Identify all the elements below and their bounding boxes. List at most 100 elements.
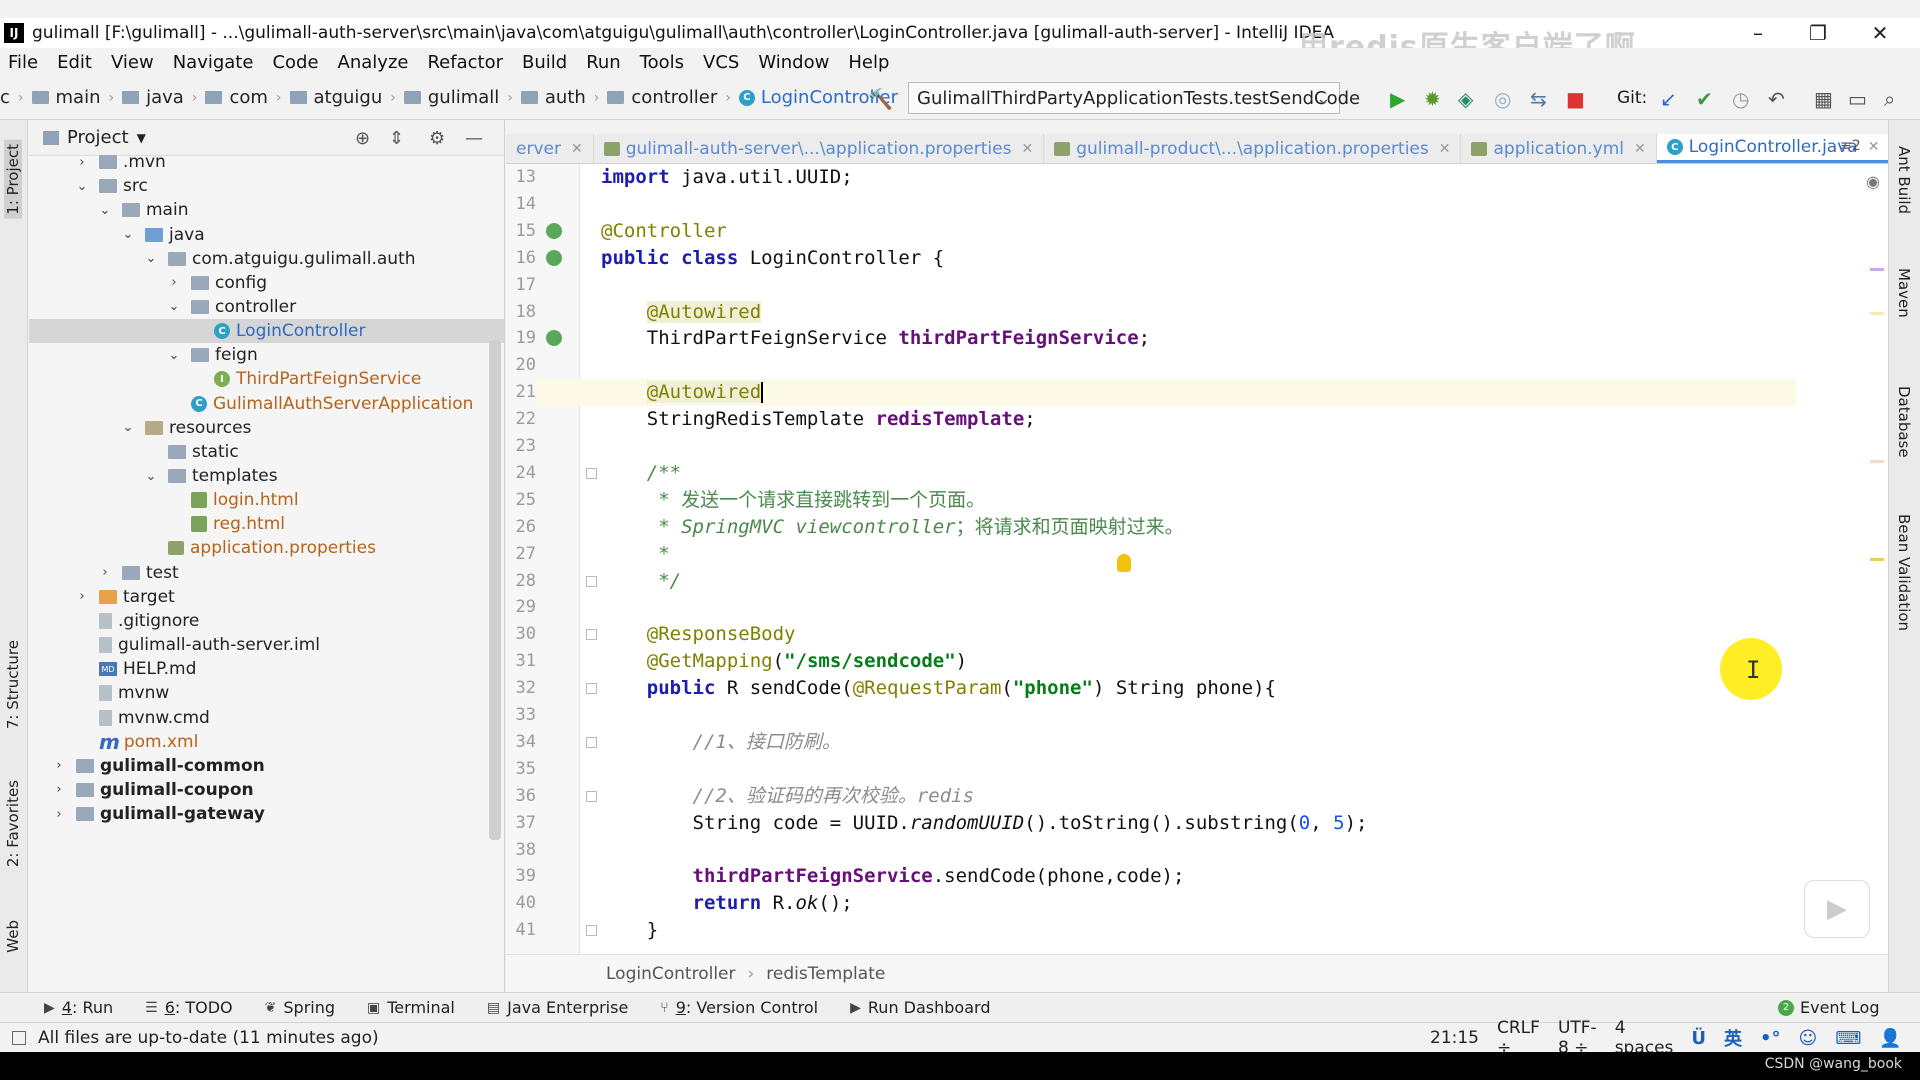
window-icon[interactable]: ▭ <box>1848 87 1867 111</box>
tool-versioncontrol[interactable]: ⑂ 9: Version Control <box>660 998 818 1017</box>
tool-rundashboard[interactable]: ▶ Run Dashboard <box>850 998 990 1017</box>
rollback-icon[interactable]: ↶ <box>1768 87 1785 111</box>
menu-item-navigate[interactable]: Navigate <box>173 52 254 73</box>
close-tab-icon[interactable]: ✕ <box>1634 141 1646 157</box>
chevron-right-icon[interactable]: › <box>167 275 181 290</box>
chevron-down-icon[interactable]: ⌄ <box>121 420 135 435</box>
breadcrumb-atguigu[interactable]: atguigu › <box>289 87 400 108</box>
tool-run[interactable]: ▶ 4: Run <box>44 998 113 1017</box>
menu-item-edit[interactable]: Edit <box>57 52 92 73</box>
code-line[interactable]: public class LoginController { <box>601 245 1861 272</box>
indent-setting[interactable]: 4 spaces <box>1615 1018 1674 1052</box>
fold-icon[interactable] <box>586 925 597 937</box>
code-line[interactable]: String code = UUID.randomUUID().toString… <box>601 810 1861 837</box>
code-line[interactable]: @Autowired <box>536 379 1796 407</box>
breadcrumb-main[interactable]: main › <box>31 87 119 108</box>
chevron-right-icon[interactable]: › <box>52 807 66 822</box>
bean-icon[interactable] <box>546 222 562 239</box>
run-configuration-select[interactable]: GulimallThirdPartyApplicationTests.testS… <box>908 82 1360 114</box>
menu-item-help[interactable]: Help <box>848 52 889 73</box>
tab-project[interactable]: 1: Project <box>4 140 22 219</box>
hide-icon[interactable]: — <box>465 128 483 149</box>
code-line[interactable]: * <box>601 541 1861 568</box>
chevron-right-icon[interactable]: › <box>98 565 112 580</box>
code-line[interactable]: @Controller <box>601 218 1861 245</box>
close-tab-icon[interactable]: ✕ <box>1021 141 1033 157</box>
tree-item[interactable]: ⌄ templates <box>29 464 504 488</box>
ime-language[interactable]: 英 <box>1724 1025 1742 1051</box>
breadcrumb-gulimall[interactable]: gulimall › <box>403 87 517 108</box>
tree-item[interactable]: .gitignore <box>29 609 504 633</box>
chevron-down-icon[interactable]: ⌄ <box>144 469 158 484</box>
fold-icon[interactable] <box>586 736 597 748</box>
fold-icon[interactable] <box>586 790 597 802</box>
chevron-down-icon[interactable]: ⌄ <box>144 251 158 266</box>
editor-tab[interactable]: erver ✕ <box>506 134 594 163</box>
tree-item[interactable]: mvnw.cmd <box>29 705 504 729</box>
code-line[interactable] <box>601 702 1861 729</box>
stop-icon[interactable]: ■ <box>1566 87 1585 111</box>
editor-tab[interactable]: application.yml ✕ <box>1461 134 1657 163</box>
tabs-overflow[interactable]: ≡2 <box>1840 138 1861 154</box>
chevron-right-icon[interactable]: › <box>75 155 89 170</box>
code-line[interactable]: import java.util.UUID; <box>601 164 1861 191</box>
menu-item-build[interactable]: Build <box>522 52 567 73</box>
locate-icon[interactable]: ⊕ <box>355 128 370 149</box>
breadcrumb-com[interactable]: com › <box>205 87 285 108</box>
code-line[interactable] <box>601 191 1861 218</box>
git-update-icon[interactable]: ↙ <box>1660 87 1677 111</box>
tree-item[interactable]: ⌄ feign <box>29 343 504 367</box>
chevron-right-icon[interactable]: › <box>52 758 66 773</box>
tree-item[interactable]: ⌄ main <box>29 198 504 222</box>
coverage-icon[interactable]: ◈ <box>1458 87 1473 111</box>
tree-item[interactable]: › test <box>29 561 504 585</box>
tree-item[interactable]: static <box>29 440 504 464</box>
editor-tab[interactable]: gulimall-product\...\application.propert… <box>1044 134 1462 163</box>
ime-keyboard-icon[interactable]: ⌨ <box>1835 1028 1861 1049</box>
menu-item-view[interactable]: View <box>111 52 154 73</box>
tree-item[interactable]: reg.html <box>29 512 504 536</box>
menu-item-tools[interactable]: Tools <box>640 52 684 73</box>
tab-maven[interactable]: Maven <box>1895 268 1913 318</box>
chevron-down-icon[interactable]: ⌄ <box>121 227 135 242</box>
video-play-icon[interactable]: ▶ <box>1804 880 1870 938</box>
hammer-icon[interactable]: 🔨 <box>868 87 893 111</box>
menu-item-code[interactable]: Code <box>272 52 318 73</box>
run-icon[interactable]: ▶ <box>1390 87 1405 111</box>
tree-item[interactable]: › target <box>29 585 504 609</box>
chevron-right-icon[interactable]: › <box>75 589 89 604</box>
menu-item-vcs[interactable]: VCS <box>703 52 739 73</box>
code-line[interactable] <box>601 837 1861 864</box>
menu-item-run[interactable]: Run <box>586 52 621 73</box>
chevron-down-icon[interactable]: ⌄ <box>167 348 181 363</box>
tool-todo[interactable]: ☰ 6: TODO <box>145 998 233 1017</box>
code-line[interactable] <box>601 433 1861 460</box>
project-view-select[interactable]: Project <box>67 127 129 148</box>
tool-terminal[interactable]: ▣ Terminal <box>367 998 455 1017</box>
tab-structure[interactable]: 7: Structure <box>4 640 22 729</box>
event-log-button[interactable]: 2 Event Log <box>1778 998 1880 1017</box>
code-line[interactable]: //2、验证码的再次校验。redis <box>601 783 1861 810</box>
code-line[interactable] <box>601 594 1861 621</box>
code-line[interactable]: StringRedisTemplate redisTemplate; <box>601 406 1861 433</box>
status-toggle-icon[interactable] <box>12 1030 26 1045</box>
code-line[interactable]: } <box>601 917 1861 944</box>
profile-icon[interactable]: ◎ <box>1494 87 1511 111</box>
fold-icon[interactable] <box>586 467 597 479</box>
line-separator[interactable]: CRLF ÷ <box>1497 1018 1540 1052</box>
chevron-right-icon[interactable]: › <box>52 782 66 797</box>
menu-item-window[interactable]: Window <box>758 52 829 73</box>
tree-item[interactable]: ⌄ com.atguigu.gulimall.auth <box>29 247 504 271</box>
close-icon[interactable]: ✕ <box>1850 18 1910 48</box>
code-line[interactable]: @Autowired <box>601 299 1861 326</box>
breadcrumb-java[interactable]: java › <box>122 87 201 108</box>
git-commit-icon[interactable]: ✔ <box>1696 87 1713 111</box>
caret-position[interactable]: 21:15 <box>1430 1028 1479 1048</box>
ime-emoji-icon[interactable]: ☺ <box>1799 1028 1818 1049</box>
menu-item-analyze[interactable]: Analyze <box>338 52 409 73</box>
tree-item[interactable]: login.html <box>29 488 504 512</box>
collapse-all-icon[interactable]: ⇕ <box>389 128 404 149</box>
code-line[interactable] <box>601 756 1861 783</box>
code-line[interactable]: public R sendCode(@RequestParam("phone")… <box>601 675 1861 702</box>
code-line[interactable] <box>601 352 1861 379</box>
